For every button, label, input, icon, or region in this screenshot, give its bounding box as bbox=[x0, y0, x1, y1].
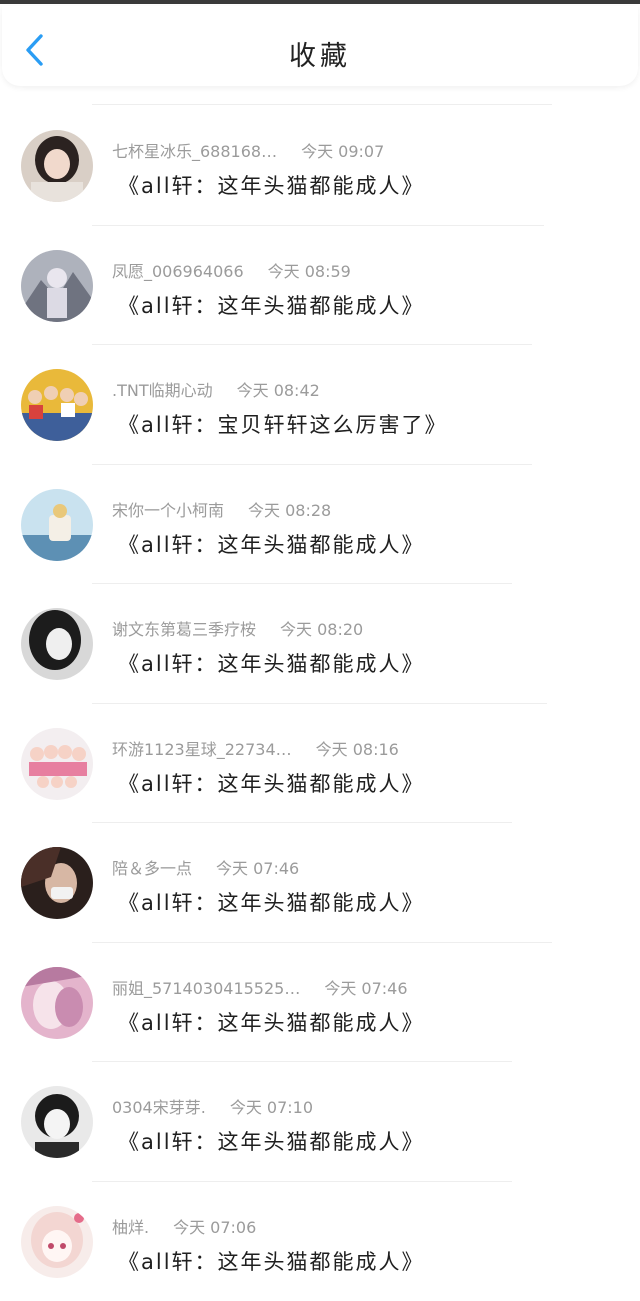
username[interactable]: 0304宋芽芽. bbox=[112, 1094, 206, 1118]
timestamp: 今天 08:59 bbox=[268, 258, 351, 282]
username[interactable]: 宋你一个小柯南 bbox=[112, 497, 224, 521]
username[interactable]: .TNT临期心动 bbox=[112, 377, 213, 401]
list-item[interactable]: 环游1123星球_22734… 今天 08:16 《all轩：这年头猫都能成人》 bbox=[0, 704, 640, 824]
story-title[interactable]: 《all轩：这年头猫都能成人》 bbox=[118, 529, 425, 559]
avatar[interactable] bbox=[21, 130, 93, 202]
story-title[interactable]: 《all轩：这年头猫都能成人》 bbox=[118, 1246, 425, 1276]
item-meta: 0304宋芽芽. 今天 07:10 bbox=[112, 1094, 313, 1118]
avatar[interactable] bbox=[21, 1086, 93, 1158]
item-meta: 环游1123星球_22734… 今天 08:16 bbox=[112, 736, 399, 760]
list-item[interactable]: .TNT临期心动今天 08:42 《all轩：宝贝轩轩这么厉害了》 bbox=[0, 345, 640, 465]
username[interactable]: 柚烊. bbox=[112, 1214, 149, 1238]
list-item[interactable]: 柚烊. 今天 07:06 《all轩：这年头猫都能成人》 bbox=[0, 1182, 640, 1301]
avatar[interactable] bbox=[21, 250, 93, 322]
username[interactable]: 环游1123星球_22734… bbox=[112, 736, 292, 760]
timestamp: 今天 07:06 bbox=[173, 1214, 256, 1238]
item-meta: 七杯星冰乐_688168… 今天 09:07 bbox=[112, 138, 384, 162]
story-title[interactable]: 《all轩：这年头猫都能成人》 bbox=[118, 170, 425, 200]
timestamp: 今天 07:10 bbox=[230, 1094, 313, 1118]
story-title[interactable]: 《all轩：这年头猫都能成人》 bbox=[118, 768, 425, 798]
story-title[interactable]: 《all轩：这年头猫都能成人》 bbox=[118, 290, 425, 320]
timestamp: 今天 07:46 bbox=[324, 975, 407, 999]
favorites-list: 七杯星冰乐_688168… 今天 09:07 《all轩：这年头猫都能成人》 凤愿… bbox=[0, 106, 640, 1301]
username[interactable]: 陪＆多一点 bbox=[112, 855, 192, 879]
status-strip bbox=[0, 0, 640, 4]
item-meta: 柚烊. 今天 07:06 bbox=[112, 1214, 256, 1238]
item-meta: 丽姐_5714030415525… 今天 07:46 bbox=[112, 975, 408, 999]
page-title: 收藏 bbox=[2, 34, 638, 73]
list-item[interactable]: 0304宋芽芽. 今天 07:10 《all轩：这年头猫都能成人》 bbox=[0, 1062, 640, 1182]
avatar[interactable] bbox=[21, 608, 93, 680]
timestamp: 今天 08:20 bbox=[280, 616, 363, 640]
app-header: 收藏 bbox=[2, 6, 638, 86]
timestamp: 今天 08:16 bbox=[316, 736, 399, 760]
username[interactable]: 凤愿_006964066 bbox=[112, 258, 244, 282]
list-item[interactable]: 七杯星冰乐_688168… 今天 09:07 《all轩：这年头猫都能成人》 bbox=[0, 106, 640, 226]
list-item[interactable]: 陪＆多一点今天 07:46 《all轩：这年头猫都能成人》 bbox=[0, 823, 640, 943]
story-title[interactable]: 《all轩：这年头猫都能成人》 bbox=[118, 648, 425, 678]
list-item[interactable]: 宋你一个小柯南今天 08:28 《all轩：这年头猫都能成人》 bbox=[0, 465, 640, 585]
story-title[interactable]: 《all轩：这年头猫都能成人》 bbox=[118, 1126, 425, 1156]
item-meta: 陪＆多一点今天 07:46 bbox=[112, 855, 299, 879]
item-meta: .TNT临期心动今天 08:42 bbox=[112, 377, 320, 401]
timestamp: 今天 07:46 bbox=[216, 855, 299, 879]
avatar[interactable] bbox=[21, 847, 93, 919]
username[interactable]: 七杯星冰乐_688168… bbox=[112, 138, 277, 162]
username[interactable]: 丽姐_5714030415525… bbox=[112, 975, 300, 999]
divider bbox=[92, 104, 552, 105]
avatar[interactable] bbox=[21, 1206, 93, 1278]
story-title[interactable]: 《all轩：这年头猫都能成人》 bbox=[118, 887, 425, 917]
avatar[interactable] bbox=[21, 967, 93, 1039]
timestamp: 今天 09:07 bbox=[301, 138, 384, 162]
username[interactable]: 谢文东第葛三季疗桉 bbox=[112, 616, 256, 640]
item-meta: 宋你一个小柯南今天 08:28 bbox=[112, 497, 331, 521]
list-item[interactable]: 丽姐_5714030415525… 今天 07:46 《all轩：这年头猫都能成人… bbox=[0, 943, 640, 1063]
story-title[interactable]: 《all轩：这年头猫都能成人》 bbox=[118, 1007, 425, 1037]
timestamp: 今天 08:28 bbox=[248, 497, 331, 521]
avatar[interactable] bbox=[21, 489, 93, 561]
timestamp: 今天 08:42 bbox=[237, 377, 320, 401]
item-meta: 谢文东第葛三季疗桉今天 08:20 bbox=[112, 616, 363, 640]
list-item[interactable]: 谢文东第葛三季疗桉今天 08:20 《all轩：这年头猫都能成人》 bbox=[0, 584, 640, 704]
avatar[interactable] bbox=[21, 728, 93, 800]
item-meta: 凤愿_006964066 今天 08:59 bbox=[112, 258, 351, 282]
story-title[interactable]: 《all轩：宝贝轩轩这么厉害了》 bbox=[118, 409, 448, 439]
list-item[interactable]: 凤愿_006964066 今天 08:59 《all轩：这年头猫都能成人》 bbox=[0, 226, 640, 346]
avatar[interactable] bbox=[21, 369, 93, 441]
